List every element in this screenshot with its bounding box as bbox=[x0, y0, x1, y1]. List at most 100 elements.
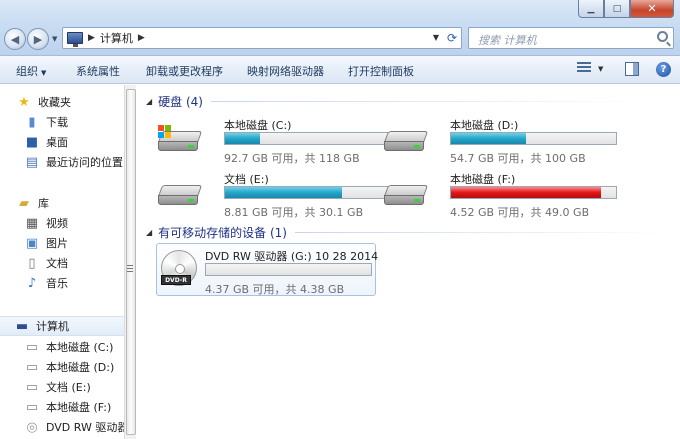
open-control-panel-button[interactable]: 打开控制面板 bbox=[348, 63, 414, 79]
refresh-icon[interactable]: ⟳ bbox=[447, 31, 457, 45]
nav-desktop[interactable]: ■ 桌面 bbox=[0, 132, 124, 152]
drive-tile-f[interactable]: 本地磁盘 (F:) 4.52 GB 可用，共 49.0 GB bbox=[383, 171, 617, 221]
video-icon: ▦ bbox=[25, 215, 39, 231]
nav-drive-f[interactable]: ▭ 本地磁盘 (F:) bbox=[0, 397, 124, 417]
dvd-drive-icon: ◎ bbox=[26, 419, 38, 435]
group-divider bbox=[210, 101, 651, 102]
preview-pane-icon[interactable] bbox=[625, 62, 639, 76]
nav-label: 文档 (E:) bbox=[46, 381, 91, 394]
group-title: 有可移动存储的设备 (1) bbox=[158, 226, 287, 240]
usage-bar bbox=[450, 186, 617, 199]
view-dropdown-icon[interactable]: ▼ bbox=[598, 65, 603, 73]
usage-bar-fill bbox=[225, 133, 260, 144]
usage-bar-fill bbox=[451, 133, 526, 144]
nav-label: 收藏夹 bbox=[38, 96, 71, 109]
nav-pictures[interactable]: ▣ 图片 bbox=[0, 233, 124, 253]
maximize-button[interactable]: □ bbox=[604, 0, 630, 18]
download-folder-icon: ▮ bbox=[28, 114, 36, 130]
view-options-icon[interactable] bbox=[577, 62, 591, 76]
music-icon: ♪ bbox=[27, 275, 37, 291]
group-header-hard-disks[interactable]: ◢ 硬盘 (4) bbox=[146, 93, 651, 110]
search-icon[interactable] bbox=[657, 31, 668, 42]
collapse-icon[interactable]: ◢ bbox=[146, 97, 152, 106]
organize-button[interactable]: 组织 ▼ bbox=[16, 63, 46, 79]
drive-tile-g[interactable]: DVD-R DVD RW 驱动器 (G:) 10 28 2014 4.37 GB… bbox=[156, 243, 378, 296]
drive-icon: ▭ bbox=[25, 359, 39, 375]
scrollbar-thumb[interactable] bbox=[126, 89, 136, 435]
nav-drive-e[interactable]: ▭ 文档 (E:) bbox=[0, 377, 124, 397]
drive-tile-d[interactable]: 本地磁盘 (D:) 54.7 GB 可用，共 100 GB bbox=[383, 117, 617, 167]
help-icon[interactable]: ? bbox=[656, 62, 671, 77]
title-bar: ▁ □ ✕ ◀ ▶ ▼ ▶ 计算机 ▶ ▼ ⟳ 搜索 计算机 bbox=[0, 0, 680, 56]
breadcrumb-computer[interactable]: 计算机 bbox=[100, 30, 133, 46]
nav-label: 下载 bbox=[46, 116, 68, 129]
hard-drive-icon bbox=[157, 125, 203, 157]
command-bar: 组织 ▼ 系统属性 卸载或更改程序 映射网络驱动器 打开控制面板 ▼ ? bbox=[0, 56, 680, 84]
nav-label: 视频 bbox=[46, 217, 68, 230]
navigation-pane: ★ 收藏夹 ▮ 下载 ■ 桌面 ▤ 最近访问的位置 ▰ 库 ▦ 视频 ▣ 图片 … bbox=[0, 85, 124, 439]
navigation-scrollbar[interactable] bbox=[124, 85, 136, 439]
breadcrumb-separator-icon[interactable]: ▶ bbox=[88, 33, 95, 43]
uninstall-program-button[interactable]: 卸载或更改程序 bbox=[146, 63, 223, 79]
drive-name: 文档 (E:) bbox=[224, 173, 269, 186]
nav-computer[interactable]: ▬ 计算机 bbox=[0, 316, 124, 336]
recent-pages-dropdown[interactable]: ▼ bbox=[52, 35, 57, 43]
nav-libraries[interactable]: ▰ 库 bbox=[0, 193, 124, 213]
hard-drive-icon bbox=[383, 181, 429, 211]
nav-recent-places[interactable]: ▤ 最近访问的位置 bbox=[0, 152, 124, 172]
recent-places-icon: ▤ bbox=[25, 154, 39, 170]
nav-drive-d[interactable]: ▭ 本地磁盘 (D:) bbox=[0, 357, 124, 377]
nav-label: 本地磁盘 (C:) bbox=[46, 341, 114, 354]
back-button[interactable]: ◀ bbox=[4, 28, 26, 50]
drive-icon: ▭ bbox=[25, 379, 39, 395]
drive-icon: ▭ bbox=[25, 399, 39, 415]
nav-label: DVD RW 驱动器 bbox=[46, 421, 124, 434]
drive-tile-e[interactable]: 文档 (E:) 8.81 GB 可用，共 30.1 GB bbox=[157, 171, 391, 221]
breadcrumb-separator-icon[interactable]: ▶ bbox=[138, 33, 145, 43]
computer-icon: ▬ bbox=[15, 318, 29, 334]
minimize-button[interactable]: ▁ bbox=[578, 0, 604, 18]
pane-splitter-grip[interactable] bbox=[127, 265, 133, 274]
usage-bar-fill bbox=[451, 187, 601, 198]
close-button[interactable]: ✕ bbox=[630, 0, 674, 18]
search-placeholder: 搜索 计算机 bbox=[478, 34, 537, 47]
drive-free-space: 92.7 GB 可用，共 118 GB bbox=[224, 152, 360, 165]
address-dropdown-icon[interactable]: ▼ bbox=[433, 33, 439, 42]
nav-label: 文档 bbox=[46, 257, 68, 270]
nav-drive-g[interactable]: ◎ DVD RW 驱动器 bbox=[0, 417, 124, 437]
group-title: 硬盘 (4) bbox=[158, 95, 203, 109]
window-controls: ▁ □ ✕ bbox=[578, 0, 674, 18]
nav-label: 本地磁盘 (F:) bbox=[46, 401, 112, 414]
organize-label: 组织 bbox=[16, 65, 38, 78]
drive-name: 本地磁盘 (C:) bbox=[224, 119, 292, 132]
usage-bar bbox=[224, 132, 391, 145]
dvd-details: DVD RW 驱动器 (G:) 10 28 2014 4.37 GB 可用，共 … bbox=[139, 248, 378, 298]
drive-free-space: 8.81 GB 可用，共 30.1 GB bbox=[224, 206, 364, 219]
usage-bar bbox=[205, 263, 372, 276]
nav-videos[interactable]: ▦ 视频 bbox=[0, 213, 124, 233]
collapse-icon[interactable]: ◢ bbox=[146, 228, 152, 237]
forward-button[interactable]: ▶ bbox=[27, 28, 49, 50]
nav-label: 本地磁盘 (D:) bbox=[46, 361, 115, 374]
document-icon: ▯ bbox=[28, 255, 36, 271]
system-properties-button[interactable]: 系统属性 bbox=[76, 63, 120, 79]
back-arrow-icon: ◀ bbox=[10, 32, 20, 46]
hard-drive-icon bbox=[383, 127, 429, 157]
computer-icon bbox=[67, 32, 83, 47]
drive-tile-c[interactable]: 本地磁盘 (C:) 92.7 GB 可用，共 118 GB bbox=[157, 117, 391, 167]
nav-drive-c[interactable]: ▭ 本地磁盘 (C:) bbox=[0, 337, 124, 357]
nav-label: 计算机 bbox=[36, 320, 69, 333]
nav-label: 库 bbox=[38, 197, 49, 210]
nav-favorites[interactable]: ★ 收藏夹 bbox=[0, 92, 124, 112]
search-input[interactable]: 搜索 计算机 bbox=[468, 27, 674, 49]
nav-downloads[interactable]: ▮ 下载 bbox=[0, 112, 124, 132]
nav-music[interactable]: ♪ 音乐 bbox=[0, 273, 124, 293]
hard-drive-icon bbox=[157, 181, 203, 211]
group-header-removable[interactable]: ◢ 有可移动存储的设备 (1) bbox=[146, 224, 675, 241]
drive-name: 本地磁盘 (F:) bbox=[450, 173, 516, 186]
nav-label: 图片 bbox=[46, 237, 68, 250]
content-area: ◢ 硬盘 (4) 本地磁盘 (C:) 92.7 GB 可用，共 118 GB 本… bbox=[138, 85, 680, 439]
address-bar[interactable]: ▶ 计算机 ▶ ▼ ⟳ bbox=[62, 27, 462, 49]
nav-documents[interactable]: ▯ 文档 bbox=[0, 253, 124, 273]
map-network-drive-button[interactable]: 映射网络驱动器 bbox=[247, 63, 324, 79]
